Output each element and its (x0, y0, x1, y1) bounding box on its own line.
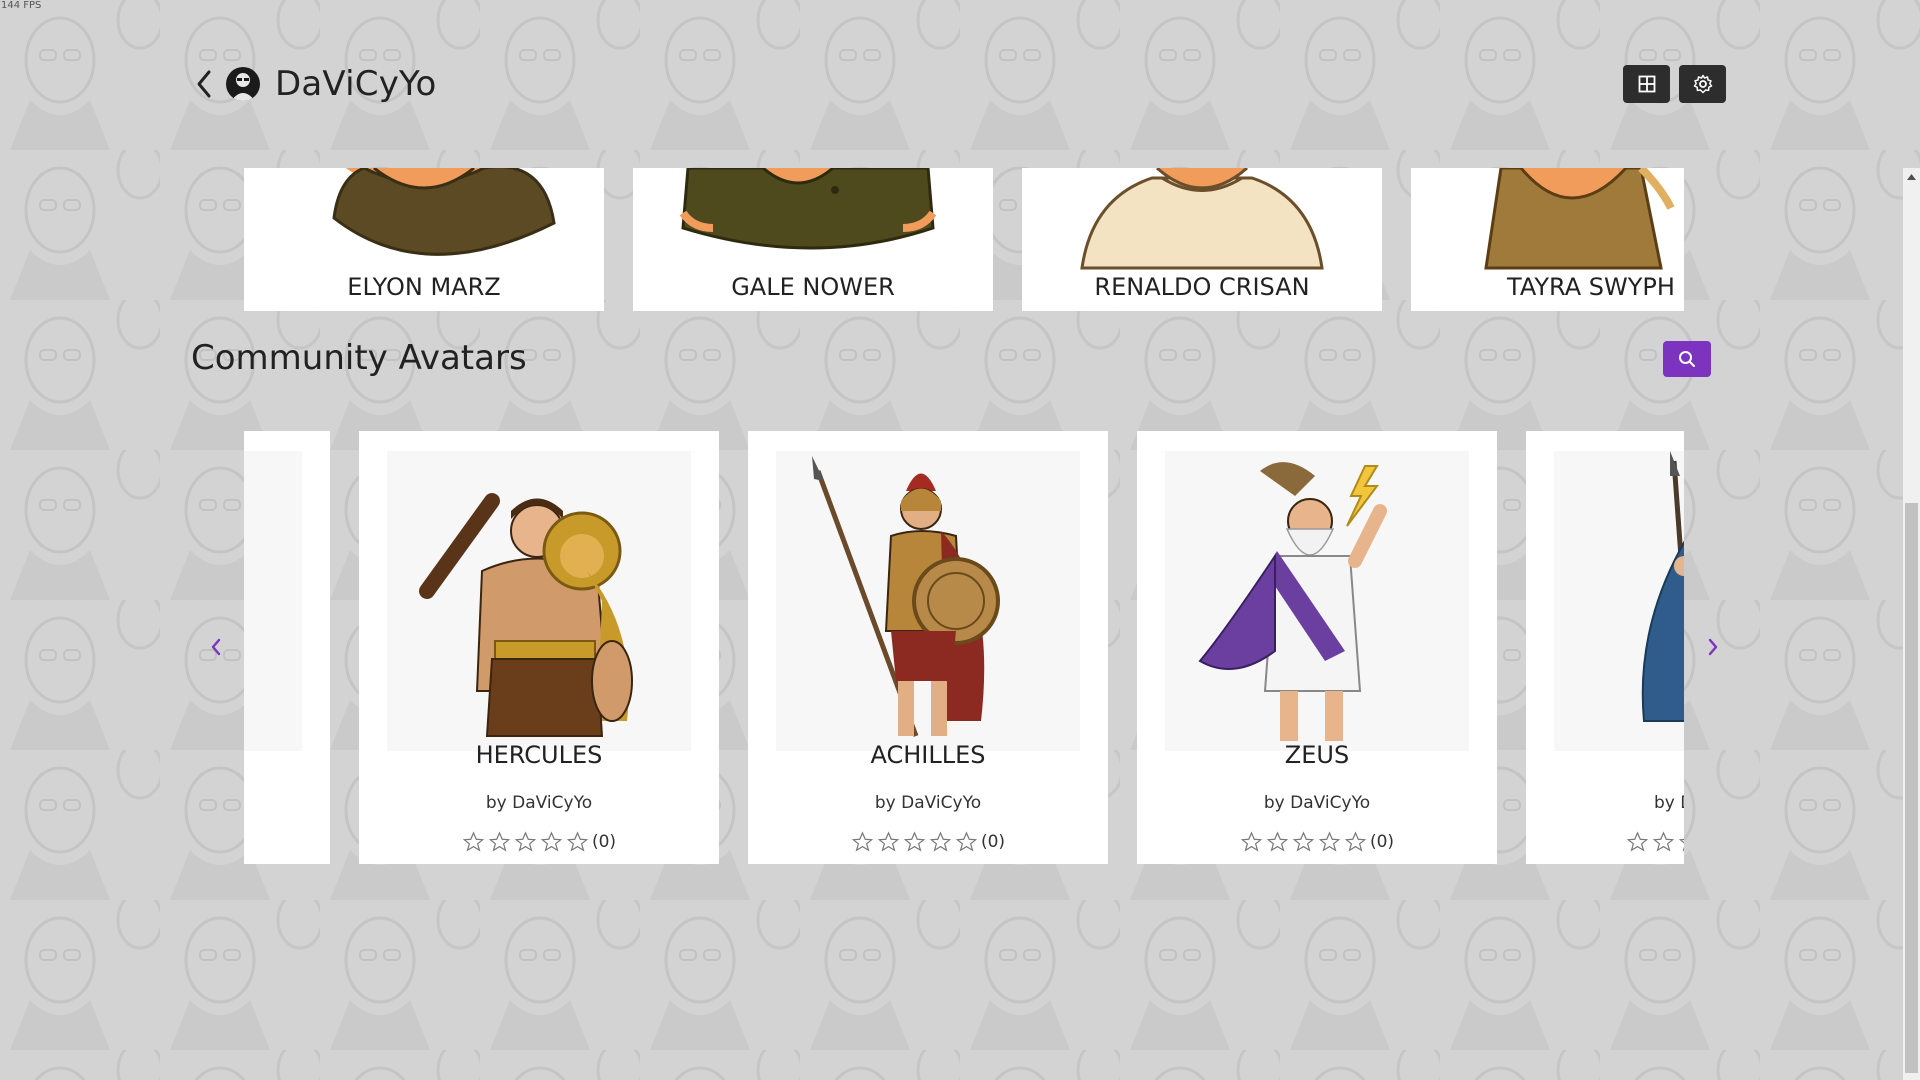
avatar-name: ZEUS (1284, 741, 1350, 769)
user-avatar-icon[interactable] (226, 67, 260, 101)
avatar-card[interactable]: GALE NOWER (633, 168, 993, 311)
avatar-name: GALE NOWER (731, 273, 895, 301)
chevron-right-icon (1708, 638, 1718, 656)
fps-counter: 144 FPS (1, 0, 42, 11)
avatar-name: ACHILLES (870, 741, 986, 769)
layout-toggle-button[interactable] (1623, 65, 1670, 103)
star-rating: (0) (359, 831, 719, 853)
avatar-card[interactable] (244, 431, 330, 864)
star-icon[interactable] (1318, 831, 1341, 853)
avatar-image (776, 451, 1080, 751)
avatar-name: RENALDO CRISAN (1094, 273, 1310, 301)
star-icon[interactable] (955, 831, 978, 853)
avatar-image (387, 451, 691, 751)
scrollbar-thumb[interactable] (1905, 503, 1918, 1073)
avatar-image (1165, 451, 1469, 751)
avatar-name: TAYRA SWYPH (1507, 273, 1675, 301)
avatar-card[interactable]: by D (1526, 431, 1684, 864)
avatar-image (1554, 451, 1684, 751)
avatar-card[interactable]: HERCULES by DaViCyYo (0) (359, 431, 719, 864)
star-rating: (0) (1137, 831, 1497, 853)
star-icon[interactable] (903, 831, 926, 853)
avatar-name: HERCULES (475, 741, 603, 769)
star-icon[interactable] (1266, 831, 1289, 853)
star-rating: (0) (748, 831, 1108, 853)
avatar-image (244, 451, 302, 751)
avatar-name: ELYON MARZ (347, 273, 501, 301)
avatar-card[interactable]: TAYRA SWYPH (1411, 168, 1684, 311)
avatar-card[interactable]: ZEUS by DaViCyYo (0) (1137, 431, 1497, 864)
search-button[interactable] (1663, 341, 1711, 377)
star-icon[interactable] (877, 831, 900, 853)
avatar-card[interactable]: RENALDO CRISAN (1022, 168, 1382, 311)
star-rating (1526, 831, 1684, 853)
triangle-up-icon (1907, 173, 1916, 180)
avatar-author: by DaViCyYo (874, 793, 982, 813)
rating-count: (0) (980, 832, 1006, 852)
star-icon[interactable] (1678, 831, 1684, 853)
star-icon[interactable] (1626, 831, 1649, 853)
carousel-next-button[interactable] (1700, 630, 1726, 664)
star-icon[interactable] (540, 831, 563, 853)
settings-button[interactable] (1679, 65, 1726, 103)
vertical-scrollbar[interactable] (1903, 168, 1920, 1080)
avatar-author: by DaViCyYo (485, 793, 593, 813)
star-icon[interactable] (1344, 831, 1367, 853)
section-title: Community Avatars (191, 338, 527, 378)
gear-icon (1693, 74, 1712, 94)
star-icon[interactable] (514, 831, 537, 853)
avatar-card[interactable]: ACHILLES by DaViCyYo (0) (748, 431, 1108, 864)
rating-count: (0) (1369, 832, 1395, 852)
star-icon[interactable] (929, 831, 952, 853)
star-icon[interactable] (566, 831, 589, 853)
chevron-left-icon (211, 638, 221, 656)
avatar-card[interactable]: ELYON MARZ (244, 168, 604, 311)
chevron-left-icon (197, 70, 211, 98)
avatar-author: by D (1654, 793, 1684, 813)
grid-icon (1638, 75, 1655, 93)
avatar-author: by DaViCyYo (1263, 793, 1371, 813)
page-header: DaViCyYo (190, 58, 437, 110)
star-icon[interactable] (1292, 831, 1315, 853)
carousel-prev-button[interactable] (203, 630, 229, 664)
star-icon[interactable] (1652, 831, 1675, 853)
star-icon[interactable] (1240, 831, 1263, 853)
rating-count: (0) (591, 832, 617, 852)
scroll-up-button[interactable] (1903, 168, 1920, 185)
page-title: DaViCyYo (275, 64, 437, 104)
back-button[interactable] (190, 64, 218, 104)
star-icon[interactable] (851, 831, 874, 853)
star-icon[interactable] (462, 831, 485, 853)
star-icon[interactable] (488, 831, 511, 853)
community-avatars-carousel: HERCULES by DaViCyYo (0) ACHILLES by DaV… (244, 431, 1684, 864)
featured-avatars-row: ELYON MARZ GALE NOWER RENALDO CRISAN TAY… (244, 168, 1684, 311)
search-icon (1679, 351, 1695, 367)
